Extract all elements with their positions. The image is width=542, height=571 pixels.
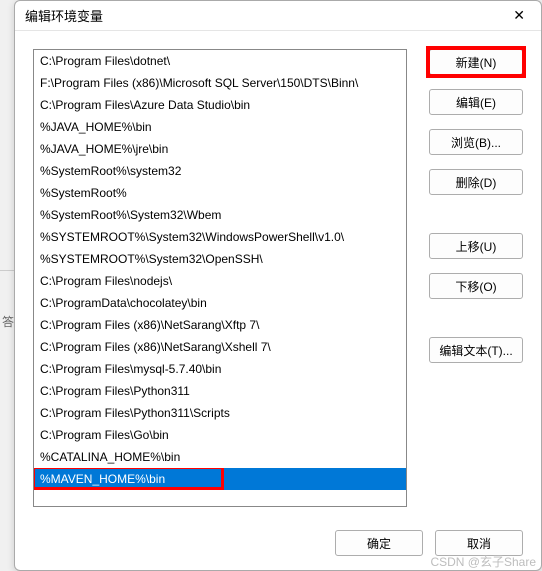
list-item[interactable]: C:\ProgramData\chocolatey\bin (34, 292, 406, 314)
list-item[interactable]: C:\Program Files (x86)\NetSarang\Xftp 7\ (34, 314, 406, 336)
list-item[interactable]: C:\Program Files\nodejs\ (34, 270, 406, 292)
list-item[interactable]: %SYSTEMROOT%\System32\WindowsPowerShell\… (34, 226, 406, 248)
edit-button[interactable]: 编辑(E) (429, 89, 523, 115)
move-down-button[interactable]: 下移(O) (429, 273, 523, 299)
list-item[interactable]: %MAVEN_HOME%\bin (34, 468, 406, 490)
list-item[interactable]: C:\Program Files\Azure Data Studio\bin (34, 94, 406, 116)
list-item[interactable]: %SystemRoot% (34, 182, 406, 204)
edit-env-var-dialog: 编辑环境变量 ✕ C:\Program Files\dotnet\F:\Prog… (14, 0, 542, 571)
list-item[interactable]: C:\Program Files\dotnet\ (34, 50, 406, 72)
ok-button[interactable]: 确定 (335, 530, 423, 556)
list-item[interactable]: F:\Program Files (x86)\Microsoft SQL Ser… (34, 72, 406, 94)
list-item[interactable]: C:\Program Files\Python311\Scripts (34, 402, 406, 424)
list-item[interactable]: C:\Program Files (x86)\NetSarang\Xshell … (34, 336, 406, 358)
path-listbox[interactable]: C:\Program Files\dotnet\F:\Program Files… (33, 49, 407, 507)
list-item[interactable]: %SystemRoot%\system32 (34, 160, 406, 182)
delete-button[interactable]: 删除(D) (429, 169, 523, 195)
edit-text-button[interactable]: 编辑文本(T)... (429, 337, 523, 363)
close-icon[interactable]: ✕ (507, 5, 531, 26)
list-item[interactable]: C:\Program Files\Go\bin (34, 424, 406, 446)
list-item[interactable]: %SystemRoot%\System32\Wbem (34, 204, 406, 226)
list-item[interactable]: %JAVA_HOME%\jre\bin (34, 138, 406, 160)
list-item[interactable]: %SYSTEMROOT%\System32\OpenSSH\ (34, 248, 406, 270)
cancel-button[interactable]: 取消 (435, 530, 523, 556)
list-item[interactable]: C:\Program Files\Python311 (34, 380, 406, 402)
list-item[interactable]: %JAVA_HOME%\bin (34, 116, 406, 138)
browse-button[interactable]: 浏览(B)... (429, 129, 523, 155)
list-item[interactable]: %CATALINA_HOME%\bin (34, 446, 406, 468)
background-text: 答 (2, 313, 14, 330)
titlebar: 编辑环境变量 ✕ (15, 1, 541, 31)
move-up-button[interactable]: 上移(U) (429, 233, 523, 259)
dialog-title: 编辑环境变量 (25, 6, 103, 25)
highlight-selected-item (34, 468, 224, 490)
new-button[interactable]: 新建(N) (429, 49, 523, 75)
list-item[interactable]: C:\Program Files\mysql-5.7.40\bin (34, 358, 406, 380)
